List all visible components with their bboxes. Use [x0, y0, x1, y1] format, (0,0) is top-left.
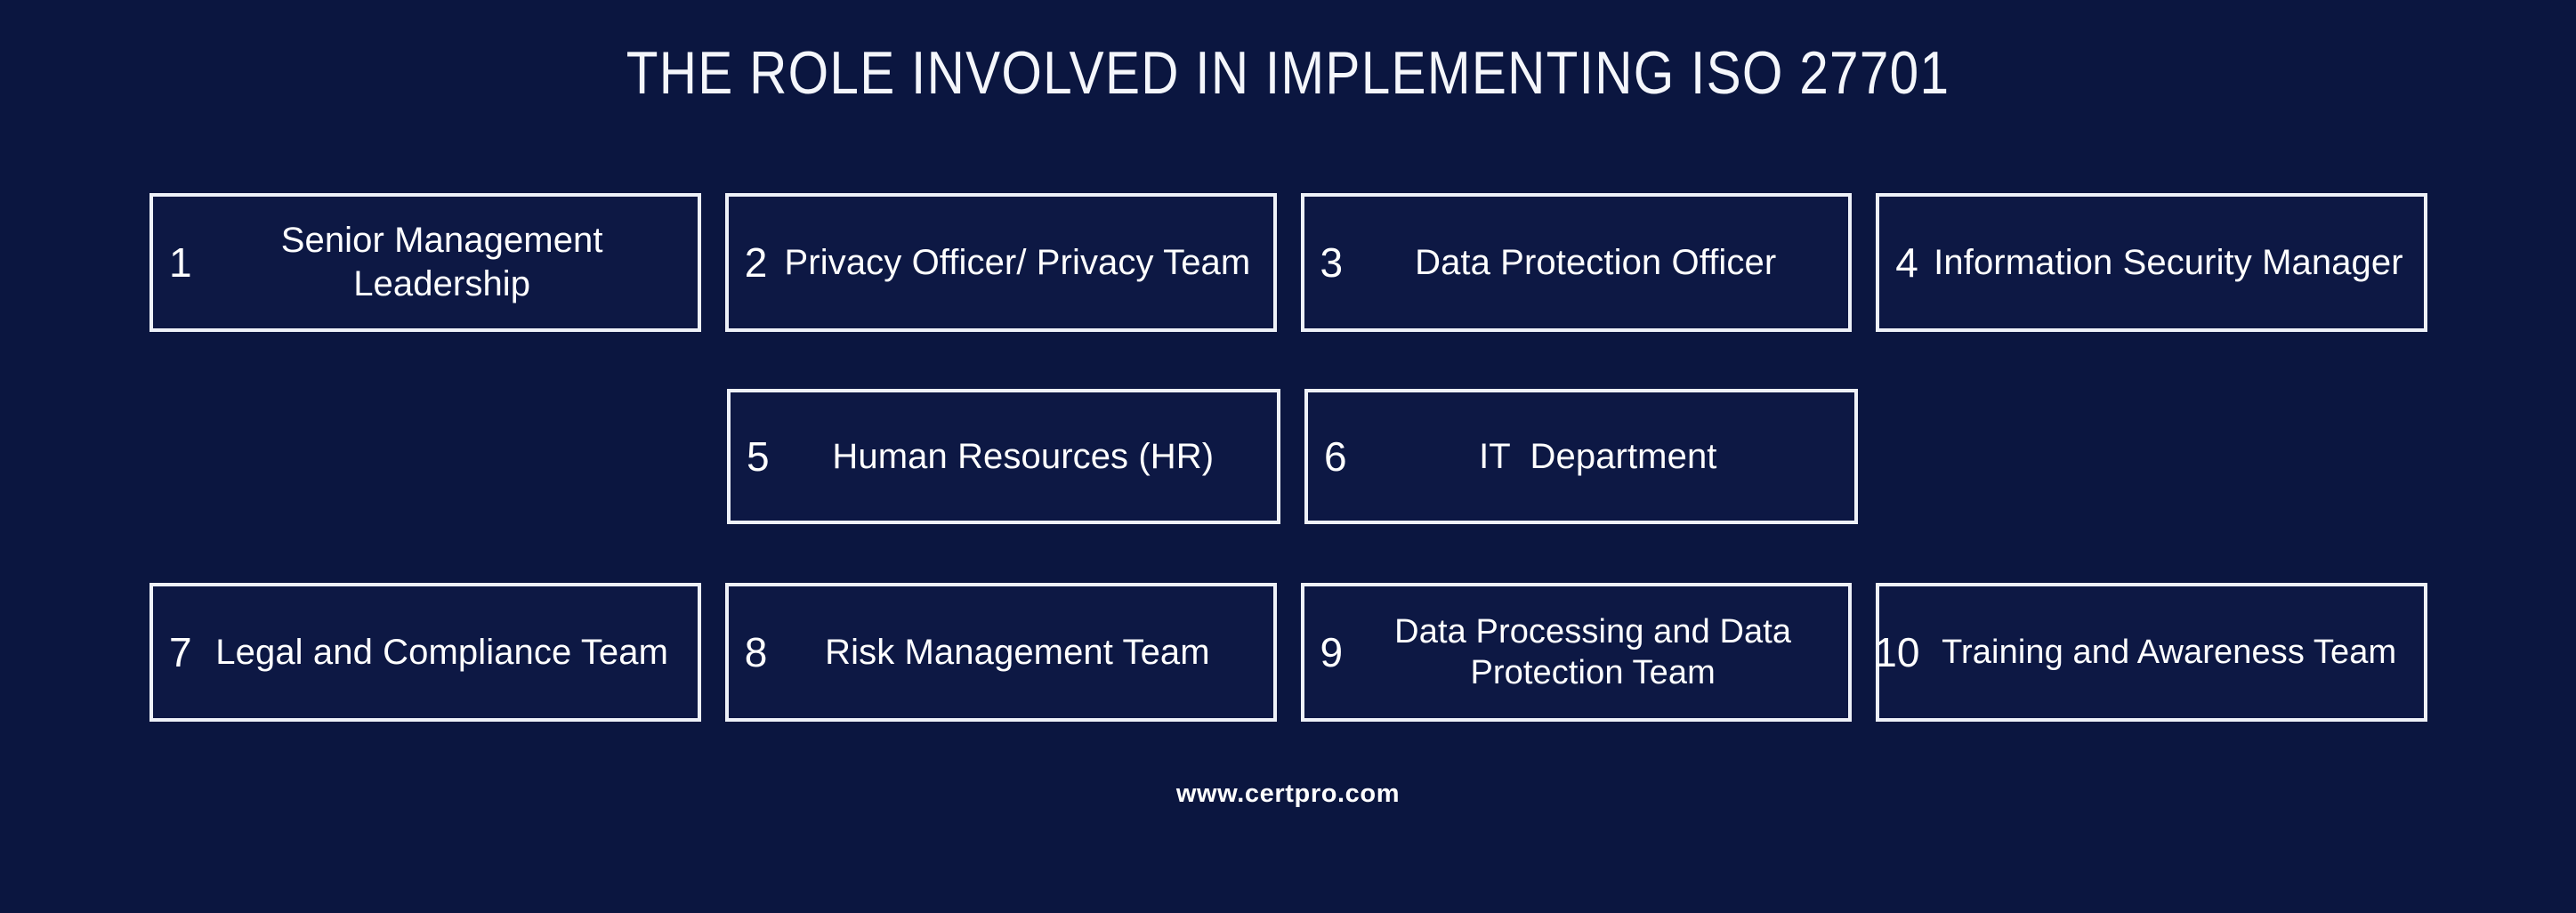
- role-label-6: IT Department: [1479, 436, 1717, 476]
- role-box-4[interactable]: 4 Information Security Manager: [1876, 193, 2427, 332]
- role-number-2: 2: [744, 239, 768, 286]
- page-title: THE ROLE INVOLVED IN IMPLEMENTING ISO 27…: [626, 39, 1950, 107]
- role-box-7[interactable]: 7 Legal and Compliance Team: [149, 583, 701, 722]
- role-label-9: Data Processing and Data Protection Team: [1394, 612, 1801, 691]
- roles-grid: 1 Senior Management Leadership 2 Privacy…: [149, 193, 2427, 722]
- role-number-5: 5: [747, 433, 770, 480]
- role-cell-7: 7 Legal and Compliance Team: [149, 583, 701, 722]
- role-label-3: Data Protection Officer: [1415, 242, 1777, 282]
- role-box-2[interactable]: 2 Privacy Officer/ Privacy Team: [724, 193, 1277, 332]
- role-label-4: Information Security Manager: [1934, 242, 2403, 282]
- role-box-5[interactable]: 5 Human Resources (HR): [727, 389, 1280, 524]
- role-box-1[interactable]: 1 Senior Management Leadership: [149, 193, 701, 332]
- role-number-6: 6: [1324, 433, 1347, 480]
- role-cell-6: 6 IT Department: [1304, 389, 1858, 524]
- role-box-9[interactable]: 9 Data Processing and Data Protection Te…: [1300, 583, 1853, 722]
- footer-website[interactable]: www.certpro.com: [0, 781, 2576, 807]
- infographic-page: THE ROLE INVOLVED IN IMPLEMENTING ISO 27…: [0, 0, 2576, 913]
- roles-row-3: 7 Legal and Compliance Team 8 Risk Manag…: [149, 583, 2427, 722]
- role-cell-5: 5 Human Resources (HR): [727, 389, 1280, 524]
- role-label-2: Privacy Officer/ Privacy Team: [784, 242, 1251, 282]
- role-number-3: 3: [1320, 239, 1344, 286]
- role-label-10: Training and Awareness Team: [1942, 633, 2397, 671]
- role-label-7: Legal and Compliance Team: [215, 632, 669, 672]
- role-number-1: 1: [169, 239, 192, 286]
- role-cell-4: 4 Information Security Manager: [1876, 193, 2427, 332]
- role-box-3[interactable]: 3 Data Protection Officer: [1300, 193, 1853, 332]
- role-number-7: 7: [169, 629, 192, 675]
- role-cell-10: 10 Training and Awareness Team: [1874, 583, 2427, 722]
- role-cell-1: 1 Senior Management Leadership: [149, 193, 701, 332]
- role-cell-9: 9 Data Processing and Data Protection Te…: [1300, 583, 1853, 722]
- role-label-8: Risk Management Team: [825, 632, 1210, 672]
- role-number-8: 8: [744, 629, 768, 675]
- role-label-5: Human Resources (HR): [832, 436, 1215, 476]
- role-box-8[interactable]: 8 Risk Management Team: [724, 583, 1277, 722]
- role-cell-8: 8 Risk Management Team: [724, 583, 1277, 722]
- role-box-6[interactable]: 6 IT Department: [1304, 389, 1858, 524]
- roles-row-2: 5 Human Resources (HR) 6 IT Department: [149, 389, 2427, 524]
- role-box-10[interactable]: 10 Training and Awareness Team: [1874, 583, 2427, 722]
- role-label-1: Senior Management Leadership: [280, 221, 613, 303]
- roles-row-1: 1 Senior Management Leadership 2 Privacy…: [149, 193, 2427, 332]
- role-cell-3: 3 Data Protection Officer: [1300, 193, 1853, 332]
- role-cell-2: 2 Privacy Officer/ Privacy Team: [724, 193, 1277, 332]
- role-number-10: 10: [1874, 629, 1920, 675]
- role-number-4: 4: [1895, 239, 1918, 286]
- role-number-9: 9: [1320, 629, 1344, 675]
